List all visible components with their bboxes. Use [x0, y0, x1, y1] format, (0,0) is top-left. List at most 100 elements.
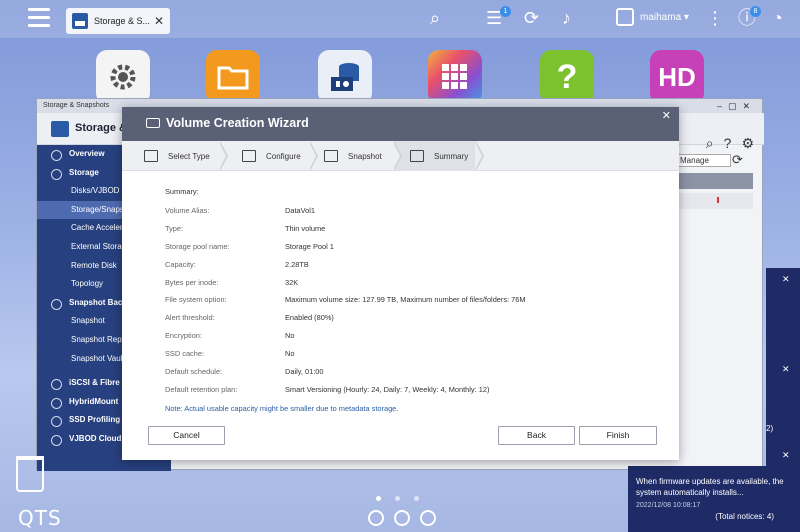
- file-station-app[interactable]: [206, 50, 260, 104]
- summary-key: Capacity:: [165, 259, 196, 269]
- summary-row: Encryption: No: [165, 331, 526, 349]
- summary-key: Default retention plan:: [165, 384, 238, 394]
- summary-section: Summary: Volume Alias: DataVol1 Type: Thin …: [165, 187, 526, 403]
- search-icon[interactable]: ⌕: [430, 7, 440, 29]
- page-dot[interactable]: [376, 496, 381, 501]
- search-icon[interactable]: ⌕: [706, 135, 714, 152]
- folder-icon: [217, 66, 249, 90]
- summary-key: Type:: [165, 223, 184, 233]
- summary-value: 2.28TB: [285, 259, 309, 269]
- summary-key: File system option:: [165, 295, 227, 305]
- taskbar: Storage & S... ✕ ⌕ ☰ 1 ⟳ ♪ maihama ▾ ⋮ ⓘ…: [0, 0, 800, 38]
- step-label: Select Type: [168, 151, 210, 161]
- step-label: Summary: [434, 151, 469, 161]
- settings-app[interactable]: [96, 50, 150, 104]
- manage-dropdown[interactable]: Manage: [676, 154, 731, 167]
- window-controls[interactable]: –▢✕: [717, 99, 756, 113]
- app-title: Storage &: [75, 122, 127, 134]
- task-tab-storage[interactable]: Storage & S... ✕: [66, 8, 170, 34]
- summary-key: Encryption:: [165, 331, 202, 341]
- storage-icon: [331, 63, 359, 91]
- close-icon[interactable]: ✕: [154, 14, 164, 28]
- list-icon: [144, 150, 158, 162]
- back-button[interactable]: Back: [498, 426, 575, 445]
- wizard-title: Volume Creation Wizard: [166, 116, 309, 130]
- wizard-steps: Select Type Configure Snapshot Summary: [122, 141, 679, 171]
- wizard-header: Volume Creation Wizard ✕: [122, 107, 679, 141]
- bell-icon[interactable]: ♪: [562, 7, 571, 29]
- summary-row: Storage pool name: Storage Pool 1: [165, 242, 526, 260]
- summary-heading: Summary:: [165, 187, 199, 196]
- close-icon[interactable]: ✕: [782, 274, 790, 285]
- step-separator: [309, 141, 318, 171]
- storage-snapshots-app[interactable]: [318, 50, 372, 104]
- summary-value: Maximum volume size: 127.99 TB, Maximum …: [285, 295, 526, 305]
- refresh-icon[interactable]: ⟳: [732, 152, 743, 168]
- username: maihama ▾: [640, 11, 689, 23]
- search-icon[interactable]: [394, 510, 410, 526]
- step-separator: [393, 141, 402, 171]
- volume-creation-wizard: Volume Creation Wizard ✕ Select Type Con…: [122, 107, 679, 460]
- notification-count: 2): [766, 424, 774, 433]
- dashboard-icon[interactable]: ◔: [772, 7, 783, 29]
- apps-icon[interactable]: [420, 510, 436, 526]
- summary-row: Alert threshold: Enabled (80%): [165, 313, 526, 331]
- trash-icon[interactable]: [16, 456, 44, 492]
- summary-row: SSD cache: No: [165, 349, 526, 367]
- info-badge: 8: [750, 6, 761, 17]
- myqnapcloud-icon[interactable]: [368, 510, 384, 526]
- hd-station-app[interactable]: HD: [650, 50, 704, 104]
- page-dot[interactable]: [395, 496, 400, 501]
- table-row[interactable]: [679, 193, 753, 209]
- step-label: Snapshot: [348, 151, 382, 161]
- notification-text: When firmware updates are available, the…: [636, 477, 784, 497]
- close-icon[interactable]: ✕: [782, 450, 790, 461]
- summary-key: Alert threshold:: [165, 313, 215, 323]
- summary-key: Bytes per inode:: [165, 277, 219, 287]
- configure-icon: [242, 150, 256, 162]
- user-icon: [616, 8, 634, 26]
- summary-key: Storage pool name:: [165, 241, 230, 251]
- camera-icon: [324, 150, 338, 162]
- summary-key: Default schedule:: [165, 367, 223, 377]
- drive-icon: [146, 118, 160, 128]
- more-icon[interactable]: ⋮: [706, 7, 724, 29]
- sync-icon[interactable]: ⟳: [524, 7, 539, 29]
- summary-row: Default schedule: Daily, 01:00: [165, 367, 526, 385]
- summary-key: Volume Alias:: [165, 206, 210, 215]
- app-center-app[interactable]: [428, 50, 482, 104]
- tasks-badge: 1: [500, 6, 511, 17]
- storage-icon: [72, 13, 88, 29]
- step-configure: Configure: [242, 141, 301, 171]
- gear-icon[interactable]: ⚙: [741, 135, 754, 152]
- summary-row: Bytes per inode: 32K: [165, 278, 526, 296]
- page-dot[interactable]: [414, 496, 419, 501]
- finish-button[interactable]: Finish: [579, 426, 657, 445]
- notification-card[interactable]: When firmware updates are available, the…: [628, 466, 800, 532]
- notification-total: (Total notices: 4): [715, 512, 774, 521]
- close-icon[interactable]: ✕: [662, 109, 671, 122]
- user-menu[interactable]: maihama ▾: [616, 8, 689, 26]
- notification-time: 2022/12/08 10:08:17: [636, 502, 701, 509]
- summary-value: No: [285, 349, 295, 359]
- help-center-app[interactable]: ?: [540, 50, 594, 104]
- cancel-button[interactable]: Cancel: [148, 426, 225, 445]
- summary-value: No: [285, 331, 295, 341]
- step-snapshot: Snapshot: [324, 141, 382, 171]
- window-title: Storage & Snapshots: [43, 102, 110, 109]
- step-separator: [475, 141, 484, 171]
- close-icon[interactable]: ✕: [782, 364, 790, 375]
- storage-icon: [51, 121, 69, 137]
- desktop-pager[interactable]: [376, 496, 419, 501]
- summary-row: Volume Alias: DataVol1: [165, 206, 526, 224]
- qts-logo: QTS: [18, 506, 62, 530]
- summary-value: Daily, 01:00: [285, 367, 324, 377]
- step-separator: [219, 141, 228, 171]
- summary-row: File system option: Maximum volume size: …: [165, 295, 526, 313]
- step-label: Configure: [266, 151, 301, 161]
- main-menu-button[interactable]: [28, 8, 50, 28]
- task-tab-label: Storage & S...: [94, 16, 151, 26]
- help-icon[interactable]: ?: [724, 135, 732, 152]
- grid-icon: [442, 64, 467, 89]
- step-summary: Summary: [410, 141, 468, 171]
